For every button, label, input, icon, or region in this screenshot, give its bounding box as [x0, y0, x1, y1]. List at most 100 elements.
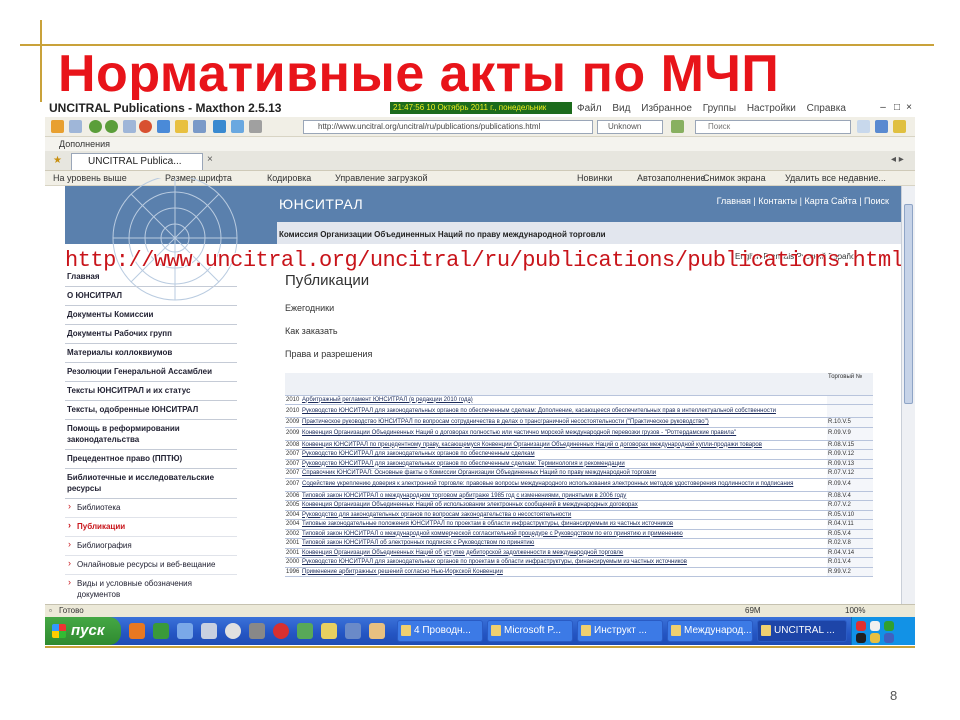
nav-law-reform[interactable]: Помощь в реформировании законодательства	[65, 420, 237, 450]
nav-sub-doc-symbols[interactable]: Виды и условные обозначения документов	[65, 575, 237, 605]
tab-list-icon[interactable]: ◂ ▸	[891, 154, 904, 165]
link-rights[interactable]: Права и разрешения	[285, 349, 875, 359]
nav-ga-resolutions[interactable]: Резолюции Генеральной Ассамблеи	[65, 363, 237, 382]
row-title-link[interactable]: Конвенция Организации Объединенных Наций…	[301, 548, 827, 558]
quicklaunch-icon-7[interactable]	[273, 623, 289, 639]
nav-working-group-docs[interactable]: Документы Рабочих групп	[65, 325, 237, 344]
menu-settings[interactable]: Настройки	[747, 103, 796, 114]
row-title-link[interactable]: Руководство для законодательных органов …	[301, 510, 827, 520]
task-powerpoint[interactable]: Microsoft P...	[487, 620, 573, 642]
row-title-link[interactable]: Руководство ЮНСИТРАЛ для законодательных…	[301, 459, 827, 469]
nav-sub-online-resources[interactable]: Онлайновые ресурсы и веб-вещание	[65, 556, 237, 575]
tab-uncitral[interactable]: UNCITRAL Publica...	[71, 153, 203, 170]
zoom-level[interactable]: 100%	[845, 605, 865, 617]
menu-groups[interactable]: Группы	[703, 103, 736, 114]
row-title-link[interactable]: Практическое руководство ЮНСИТРАЛ по воп…	[301, 417, 827, 428]
clock-icon[interactable]	[213, 120, 226, 133]
row-title-link[interactable]: Типовые законодательные положения ЮНСИТР…	[301, 519, 827, 530]
row-title-link[interactable]: Типовой закон ЮНСИТРАЛ о международной к…	[301, 529, 827, 539]
start-button[interactable]: пуск	[45, 617, 121, 645]
fav-news[interactable]: Новинки	[577, 171, 612, 186]
stop-icon[interactable]	[139, 120, 152, 133]
tray-icon-5[interactable]	[870, 633, 880, 643]
refresh-icon[interactable]	[123, 120, 136, 133]
site-top-links[interactable]: Главная | Контакты | Карта Сайта | Поиск	[717, 196, 889, 206]
tray-icon-6[interactable]	[884, 633, 894, 643]
nav-home[interactable]: Главная	[65, 268, 237, 287]
task-instruction[interactable]: Инструкт ...	[577, 620, 663, 642]
star-icon[interactable]: ★	[53, 155, 62, 166]
fav-clear-recent[interactable]: Удалить все недавние...	[785, 171, 886, 186]
fav-autofill[interactable]: Автозаполнение	[637, 171, 706, 186]
row-title-link[interactable]: Руководство ЮНСИТРАЛ для законодательных…	[301, 449, 827, 460]
nav-sub-bibliography[interactable]: Библиография	[65, 537, 237, 556]
maximize-icon[interactable]: □	[891, 102, 903, 114]
back-icon[interactable]	[89, 120, 102, 133]
quicklaunch-icon-2[interactable]	[153, 623, 169, 639]
row-title-link[interactable]: Типовой закон ЮНСИТРАЛ об электронных по…	[301, 538, 827, 549]
quicklaunch-icon-10[interactable]	[345, 623, 361, 639]
security-zone[interactable]: Unknown	[597, 120, 663, 134]
row-title-link[interactable]: Арбитражный регламент ЮНСИТРАЛ (в редакц…	[301, 395, 827, 405]
quicklaunch-icon-9[interactable]	[321, 623, 337, 639]
print-icon[interactable]	[249, 120, 262, 133]
row-title-link[interactable]: Руководство ЮНСИТРАЛ для законодательных…	[301, 557, 827, 568]
home-icon[interactable]	[157, 120, 170, 133]
quicklaunch-icon-5[interactable]	[225, 623, 241, 639]
close-icon[interactable]: ×	[903, 102, 915, 114]
menu-help[interactable]: Справка	[807, 103, 846, 114]
row-title-link[interactable]: Руководство ЮНСИТРАЛ для законодательных…	[301, 404, 827, 418]
tray-icon-3[interactable]	[884, 621, 894, 631]
nav-sub-library[interactable]: Библиотека	[65, 499, 237, 518]
address-bar[interactable]: http://www.uncitral.org/uncitral/ru/publ…	[303, 120, 593, 134]
task-international[interactable]: Международ...	[667, 620, 753, 642]
task-uncitral[interactable]: UNCITRAL ...	[757, 620, 847, 642]
nav-texts-status[interactable]: Тексты ЮНСИТРАЛ и их статус	[65, 382, 237, 401]
quicklaunch-icon-6[interactable]	[249, 623, 265, 639]
fav-downloads[interactable]: Управление загрузкой	[335, 171, 428, 186]
tab-close-icon[interactable]: ×	[207, 154, 213, 165]
row-title-link[interactable]: Конвенция ЮНСИТРАЛ по прецедентному прав…	[301, 440, 827, 450]
highlight-icon[interactable]	[893, 120, 906, 133]
menu-favorites[interactable]: Избранное	[641, 103, 692, 114]
row-title-link[interactable]: Справочник ЮНСИТРАЛ: Основные факты о Ко…	[301, 468, 827, 479]
favorites-icon[interactable]	[175, 120, 188, 133]
search-input[interactable]: Поиск	[695, 120, 851, 134]
nav-about[interactable]: О ЮНСИТРАЛ	[65, 287, 237, 306]
tray-icon-1[interactable]	[856, 621, 866, 631]
quicklaunch-icon-8[interactable]	[297, 623, 313, 639]
search-engine-icon[interactable]	[857, 120, 870, 133]
nav-commission-docs[interactable]: Документы Комиссии	[65, 306, 237, 325]
quicklaunch-icon-1[interactable]	[129, 623, 145, 639]
nav-sub-publications[interactable]: Публикации	[65, 518, 237, 537]
group-icon[interactable]	[51, 120, 64, 133]
forward-icon[interactable]	[105, 120, 118, 133]
quicklaunch-icon-3[interactable]	[177, 623, 193, 639]
link-how-to-order[interactable]: Как заказать	[285, 326, 875, 336]
quicklaunch-icon-4[interactable]	[201, 623, 217, 639]
row-title-link[interactable]: Конвенция Организации Объединенных Наций…	[301, 500, 827, 511]
nav-library-resources[interactable]: Библиотечные и исследовательские ресурсы	[65, 469, 237, 499]
history-icon[interactable]	[193, 120, 206, 133]
link-yearbooks[interactable]: Ежегодники	[285, 303, 875, 313]
search-go-icon[interactable]	[875, 120, 888, 133]
row-title-link[interactable]: Применение арбитражных решений согласно …	[301, 567, 827, 577]
row-title-link[interactable]: Типовой закон ЮНСИТРАЛ о международном т…	[301, 491, 827, 501]
tray-icon-4[interactable]	[856, 633, 866, 643]
screen-icon[interactable]	[231, 120, 244, 133]
minimize-icon[interactable]: –	[877, 102, 889, 114]
quicklaunch-icon-11[interactable]	[369, 623, 385, 639]
tray-icon-2[interactable]	[870, 621, 880, 631]
new-page-icon[interactable]	[69, 120, 82, 133]
nav-endorsed-texts[interactable]: Тексты, одобренные ЮНСИТРАЛ	[65, 401, 237, 420]
row-title-link[interactable]: Содействие укреплению доверия к электрон…	[301, 478, 827, 492]
addons-bar[interactable]: Дополнения	[45, 137, 915, 151]
menu-file[interactable]: Файл	[577, 103, 602, 114]
scrollbar-thumb[interactable]	[904, 204, 913, 404]
fav-screenshot[interactable]: Снимок экрана	[703, 171, 766, 186]
task-explorer[interactable]: 4 Проводн...	[397, 620, 483, 642]
nav-case-law[interactable]: Прецедентное право (ППТЮ)	[65, 450, 237, 469]
go-icon[interactable]	[671, 120, 684, 133]
menu-view[interactable]: Вид	[612, 103, 630, 114]
site-brand[interactable]: ЮНСИТРАЛ	[279, 196, 363, 212]
